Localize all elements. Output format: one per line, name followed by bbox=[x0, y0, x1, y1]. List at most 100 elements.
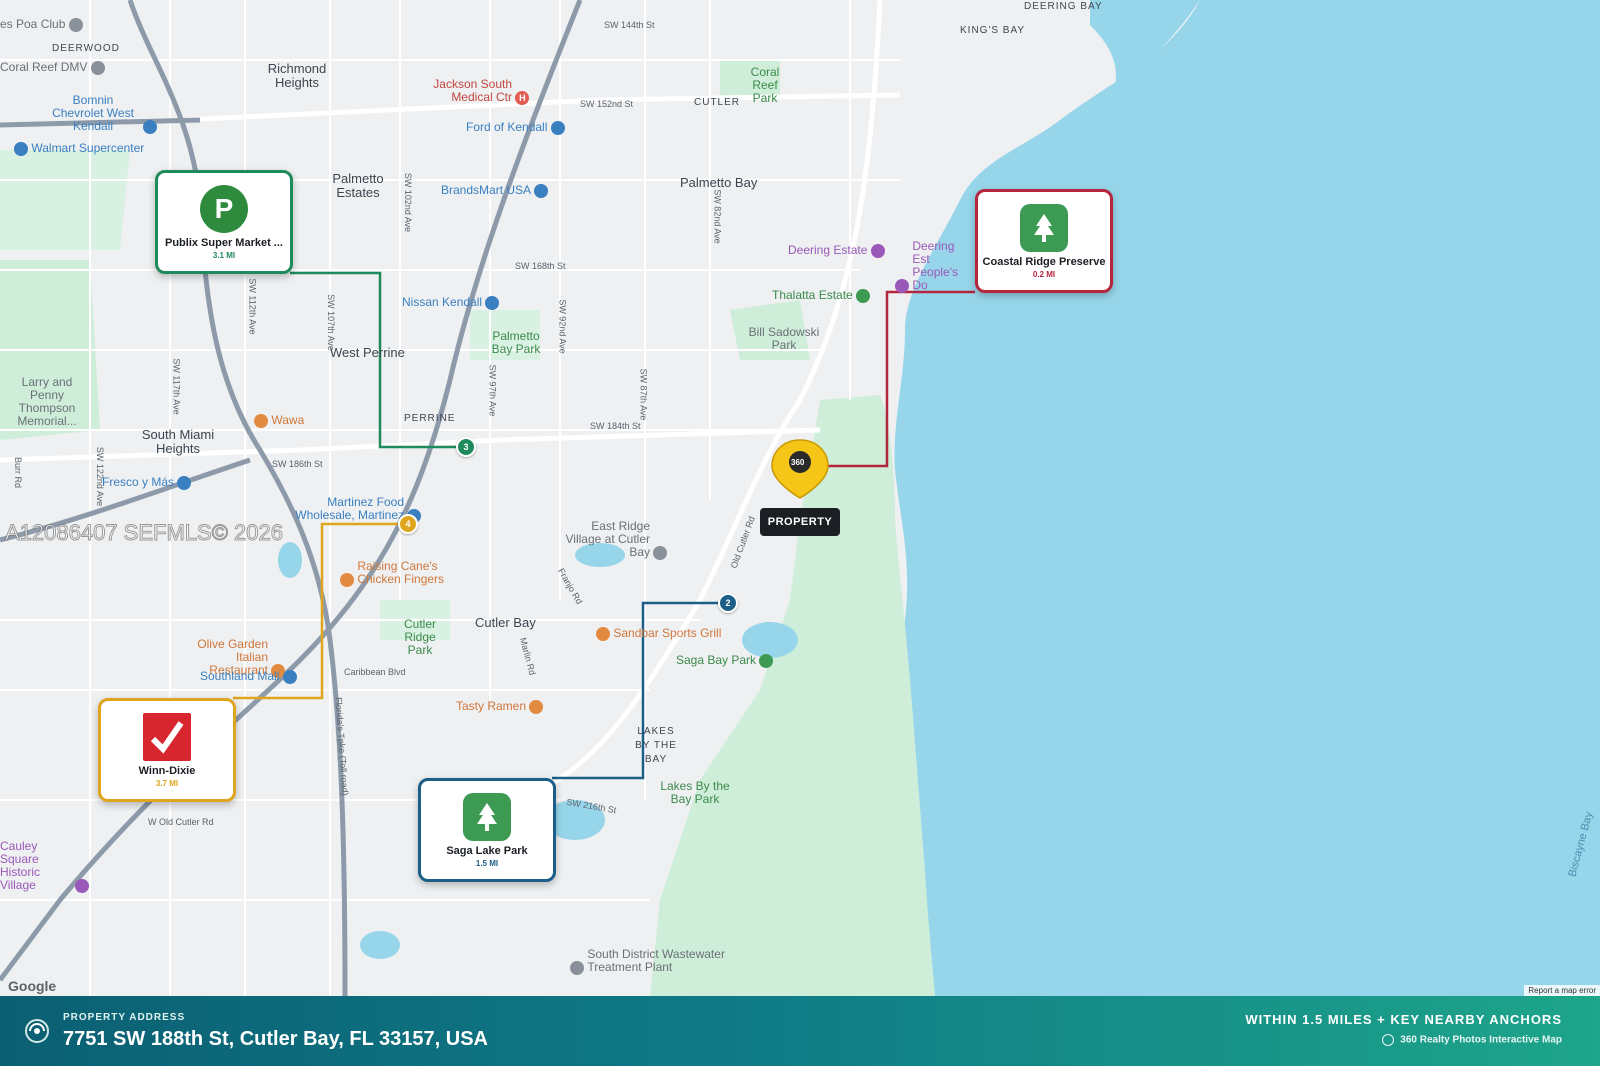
publix-logo-icon: P bbox=[200, 185, 248, 233]
poi-es-poa-club[interactable]: es Poa Club bbox=[0, 18, 83, 32]
pin-badge: 360 bbox=[791, 458, 805, 467]
anchor-distance: 1.5 MI bbox=[475, 859, 499, 868]
area-label-perrine: PERRINE bbox=[404, 413, 456, 424]
street-sw-102nd: SW 102nd Ave bbox=[403, 172, 414, 233]
poi-label: Deering Est People's Do bbox=[912, 239, 958, 292]
poi-east-ridge-village[interactable]: East Ridge Village at Cutler Bay bbox=[554, 520, 668, 560]
street-sw-112th: SW 112th Ave bbox=[247, 278, 258, 335]
area-label-cutler: CUTLER bbox=[694, 97, 741, 108]
anchor-distance: 3.7 MI bbox=[155, 779, 179, 788]
tree-icon bbox=[463, 793, 511, 841]
route-marker-3[interactable]: 3 bbox=[456, 437, 476, 457]
restaurant-icon bbox=[596, 627, 610, 641]
poi-deering-peoples[interactable]: Deering Est People's Do bbox=[895, 240, 972, 293]
street-burr-rd: Burr Rd bbox=[13, 456, 24, 489]
building-icon bbox=[570, 960, 584, 975]
park-label-larry-penny: Larry and Penny Thompson Memorial... bbox=[17, 375, 77, 428]
poi-label: Tasty Ramen bbox=[456, 699, 527, 714]
anchor-distance: 0.2 MI bbox=[1032, 270, 1056, 279]
street-sw-144th: SW 144th St bbox=[604, 20, 655, 30]
poi-label: Deering Estate bbox=[788, 243, 868, 258]
interactive-map-credit: 360 Realty Photos Interactive Map bbox=[1382, 1034, 1562, 1046]
anchor-card-coastal-ridge[interactable]: Coastal Ridge Preserve 0.2 MI bbox=[975, 189, 1113, 293]
area-label-west-perrine: West Perrine bbox=[330, 345, 405, 360]
poi-label: Wawa bbox=[271, 413, 305, 428]
area-label-lakes-by-the-bay: LAKES BY THE BAY bbox=[635, 726, 677, 765]
street-sw-82nd: SW 82nd Ave bbox=[712, 189, 723, 244]
shopping-bag-icon bbox=[282, 670, 297, 684]
anchor-name: Publix Super Market ... bbox=[165, 237, 283, 249]
tree-icon bbox=[1020, 204, 1068, 252]
anchor-name: Winn-Dixie bbox=[138, 765, 196, 777]
property-tag[interactable]: PROPERTY bbox=[760, 508, 840, 536]
building-icon bbox=[68, 18, 83, 32]
globe-icon bbox=[1382, 1034, 1395, 1046]
poi-ford-kendall[interactable]: Ford of Kendall bbox=[466, 121, 565, 135]
anchor-card-winn-dixie[interactable]: Winn-Dixie 3.7 MI bbox=[98, 698, 236, 802]
poi-label: Martinez Food Wholesale, Martinez bbox=[295, 495, 404, 522]
park-label-palmetto-bay: Palmetto Bay Park bbox=[491, 329, 541, 356]
poi-southland-mall[interactable]: Southland Mall bbox=[200, 670, 297, 684]
shopping-bag-icon bbox=[533, 184, 548, 198]
poi-cauley-square[interactable]: Cauley Square Historic Village bbox=[0, 840, 90, 893]
route-marker-4[interactable]: 4 bbox=[398, 514, 418, 534]
poi-jackson-south[interactable]: Jackson South Medical Ctr H bbox=[432, 78, 530, 105]
street-sw-122nd: SW 122nd Ave bbox=[95, 446, 106, 507]
poi-raising-canes[interactable]: Raising Cane's Chicken Fingers bbox=[340, 560, 447, 587]
poi-label: Raising Cane's Chicken Fingers bbox=[357, 559, 445, 586]
poi-label: South District Wastewater Treatment Plan… bbox=[587, 947, 725, 974]
poi-fresco-y-mas[interactable]: Fresco y Más bbox=[102, 475, 192, 490]
street-sw-117th: SW 117th Ave bbox=[171, 358, 182, 415]
museum-icon bbox=[895, 278, 909, 293]
poi-walmart[interactable]: Walmart Supercenter bbox=[14, 142, 144, 156]
park-label-bill-sadowski: Bill Sadowski Park bbox=[748, 325, 820, 352]
street-sw-87th: SW 87th Ave bbox=[638, 368, 649, 421]
west-green-area bbox=[0, 150, 130, 250]
poi-tasty-ramen[interactable]: Tasty Ramen bbox=[456, 699, 544, 714]
poi-label: Thalatta Estate bbox=[772, 288, 853, 303]
building-icon bbox=[90, 61, 105, 75]
street-sw-184th: SW 184th St bbox=[590, 421, 641, 431]
street-sw-168th: SW 168th St bbox=[515, 261, 566, 271]
route-marker-2[interactable]: 2 bbox=[718, 593, 738, 613]
restaurant-icon bbox=[340, 572, 354, 587]
street-w-old-cutler-rd: W Old Cutler Rd bbox=[148, 817, 214, 827]
anchor-name: Coastal Ridge Preserve bbox=[982, 256, 1106, 268]
anchor-card-publix[interactable]: P Publix Super Market ... 3.1 MI bbox=[155, 170, 293, 274]
poi-label: Southland Mall bbox=[200, 669, 280, 684]
poi-sandbar-sports-grill[interactable]: Sandbar Sports Grill bbox=[596, 627, 721, 641]
park-label-cutler-ridge: Cutler Ridge Park bbox=[403, 617, 436, 657]
street-sw-152nd: SW 152nd St bbox=[580, 99, 634, 109]
poi-bomnin-chevrolet[interactable]: Bomnin Chevrolet West Kendall bbox=[46, 93, 158, 134]
building-icon bbox=[653, 545, 668, 560]
poi-saga-bay-park[interactable]: Saga Bay Park bbox=[676, 653, 774, 668]
publix-logo-letter: P bbox=[215, 193, 234, 224]
checkmark-logo-icon bbox=[143, 713, 191, 761]
poi-label: Saga Bay Park bbox=[676, 653, 757, 668]
report-map-error-link[interactable]: Report a map error bbox=[1524, 985, 1600, 996]
poi-label: Fresco y Más bbox=[102, 475, 175, 490]
shopping-cart-icon bbox=[177, 476, 192, 490]
map-canvas[interactable]: 360 Richmond Heights Palmetto Estates Pa… bbox=[0, 0, 1600, 996]
poi-label: Bomnin Chevrolet West Kendall bbox=[52, 93, 134, 133]
shopping-bag-icon bbox=[550, 121, 565, 135]
poi-label: Ford of Kendall bbox=[466, 120, 548, 135]
poi-south-district-wastewater[interactable]: South District Wastewater Treatment Plan… bbox=[570, 948, 727, 975]
poi-nissan-kendall[interactable]: Nissan Kendall bbox=[402, 296, 500, 310]
poi-coral-reef-dmv[interactable]: Coral Reef DMV bbox=[0, 61, 105, 75]
realty-logo-icon bbox=[25, 1019, 49, 1043]
tree-icon bbox=[856, 289, 871, 303]
poi-wawa[interactable]: Wawa bbox=[254, 414, 304, 428]
anchor-card-saga-lake[interactable]: Saga Lake Park 1.5 MI bbox=[418, 778, 556, 882]
area-label-south-miami-heights: South Miami Heights bbox=[141, 427, 215, 456]
area-label-deerwood: DEERWOOD bbox=[52, 43, 120, 54]
poi-brandsmart[interactable]: BrandsMart USA bbox=[441, 184, 548, 198]
anchors-summary-title: WITHIN 1.5 MILES + KEY NEARBY ANCHORS bbox=[1245, 1012, 1562, 1027]
poi-deering-estate[interactable]: Deering Estate bbox=[788, 244, 885, 258]
footer-bar: PROPERTY ADDRESS 7751 SW 188th St, Cutle… bbox=[0, 996, 1600, 1066]
shopping-bag-icon bbox=[485, 296, 500, 310]
area-label-deering-bay: DEERING BAY bbox=[1024, 1, 1103, 12]
poi-label: Walmart Supercenter bbox=[31, 141, 145, 156]
poi-thalatta-estate[interactable]: Thalatta Estate bbox=[772, 288, 871, 303]
lake-4 bbox=[360, 931, 400, 959]
